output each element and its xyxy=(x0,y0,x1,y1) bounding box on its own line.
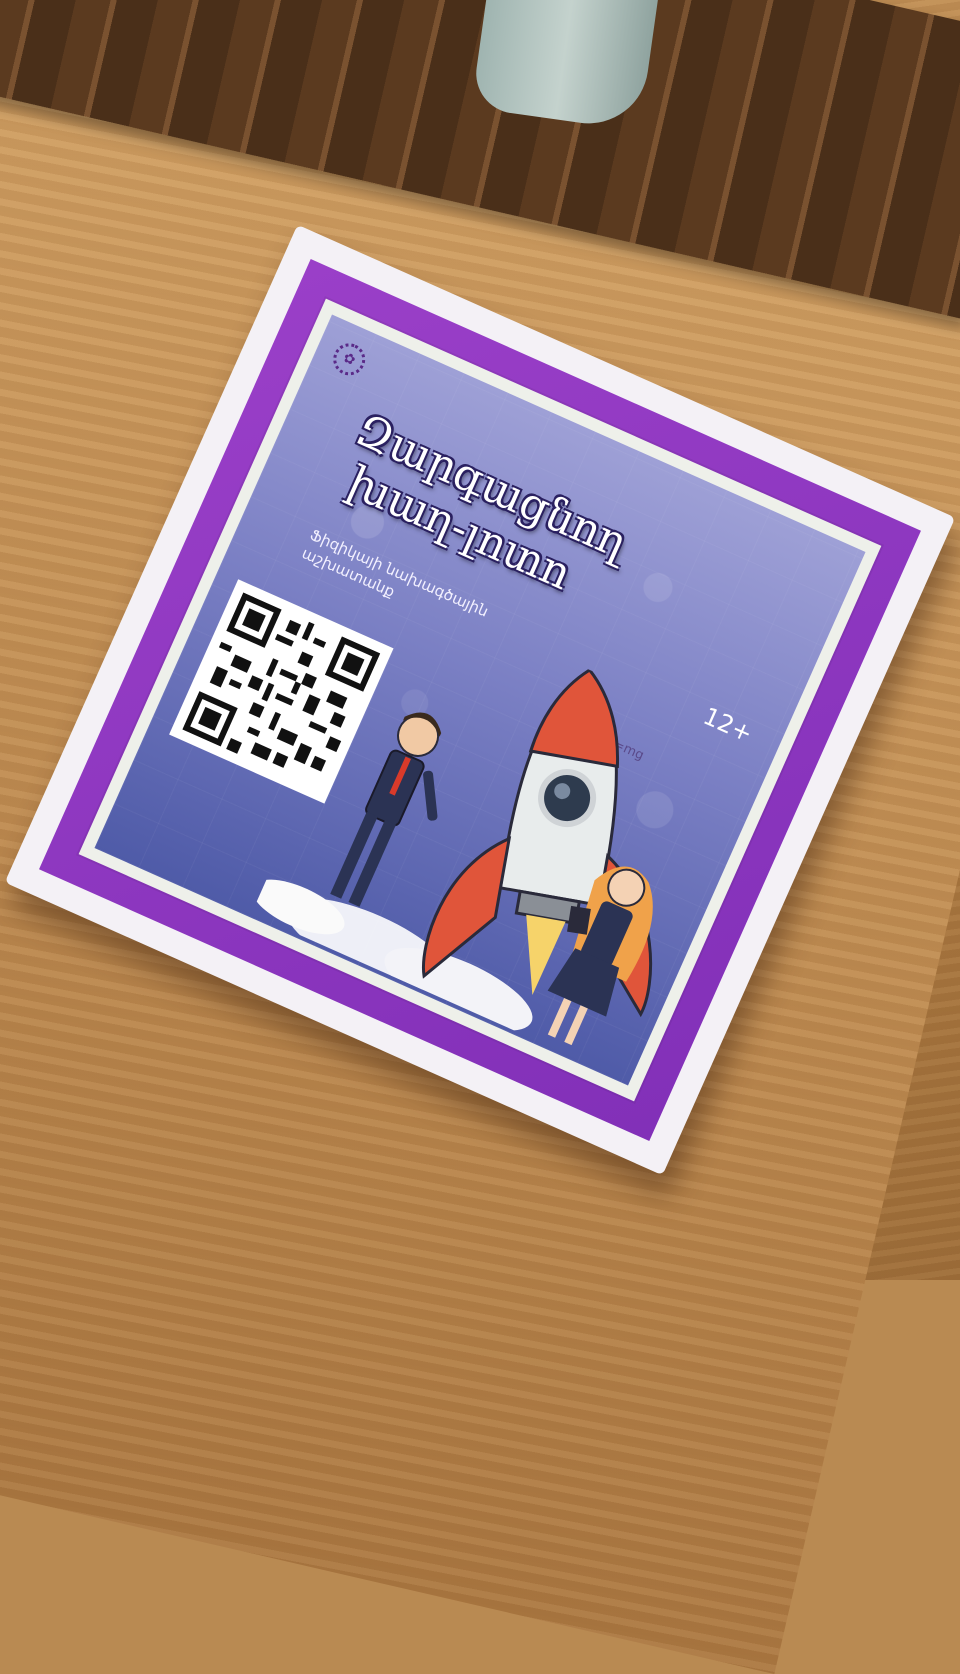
rocket xyxy=(421,667,653,1018)
cover-artwork: ✿ Զարգացնող խաղ-լոտո Ֆիզիկայի նախագծային… xyxy=(94,314,866,1086)
